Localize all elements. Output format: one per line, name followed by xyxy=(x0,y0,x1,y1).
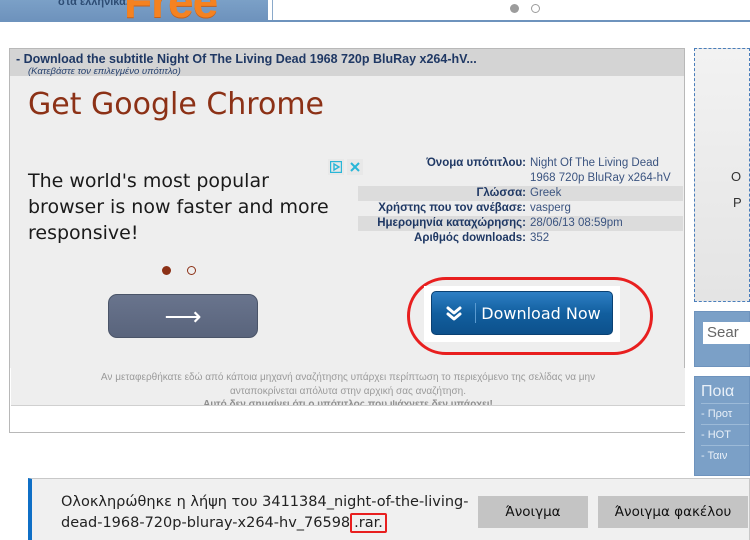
search-input[interactable]: Sear xyxy=(703,322,750,344)
detail-label: Αριθμός downloads: xyxy=(414,232,526,244)
panel-footer xyxy=(11,405,685,432)
detail-value: 352 xyxy=(530,232,550,244)
carousel-dot-active[interactable] xyxy=(510,4,519,13)
sidebar-search-box: Sear xyxy=(694,311,750,367)
site-logo-area[interactable]: στα ελληνικά... Free xyxy=(0,0,268,20)
download-button-label: Download Now xyxy=(481,303,601,323)
sidebar-ad-line-2: Ρ xyxy=(733,195,742,210)
list-item[interactable]: - Προτ xyxy=(701,403,749,424)
sidebar-popular-list: Ποια - Προτ - HOT - Ταιν xyxy=(694,376,750,476)
sidebar-ad-line-1: Ο xyxy=(731,169,742,184)
table-row: Όνομα υπότιτλου: Night Of The Living Dea… xyxy=(358,156,683,186)
sidebar-list-title: Ποια xyxy=(701,383,735,400)
double-chevron-down-icon xyxy=(432,303,476,323)
detail-label: Γλώσσα: xyxy=(476,187,526,199)
ad-carousel-dots[interactable] xyxy=(162,266,196,275)
header-divider xyxy=(0,20,750,22)
download-filename: Ολοκληρώθηκε η λήψη του 3411384_night-of… xyxy=(61,494,469,531)
ad-cta-button[interactable]: ⟶ xyxy=(108,294,258,338)
arrow-right-icon: ⟶ xyxy=(164,301,202,331)
detail-label: Ημερομηνία καταχώρησης: xyxy=(377,217,526,229)
open-folder-button[interactable]: Άνοιγμα φακέλου xyxy=(598,496,748,528)
ad-headline: Get Google Chrome xyxy=(28,87,325,122)
detail-value: Greek xyxy=(530,187,562,199)
sidebar-advertisement[interactable]: Ο Ρ xyxy=(694,48,750,302)
header-banner-area xyxy=(272,0,750,20)
advertisement[interactable]: Get Google Chrome The world's most popul… xyxy=(10,76,362,366)
page-title: - Download the subtitle Night Of The Liv… xyxy=(16,52,477,66)
detail-value: 28/06/13 08:59pm xyxy=(530,217,623,229)
table-row: Γλώσσα: Greek xyxy=(358,186,683,201)
panel-header: - Download the subtitle Night Of The Liv… xyxy=(10,49,684,77)
ad-body-text: The world's most popular browser is now … xyxy=(28,170,329,244)
file-extension-highlight: .rar. xyxy=(350,513,387,533)
download-complete-message: Ολοκληρώθηκε η λήψη του 3411384_night-of… xyxy=(61,492,476,534)
page-root: στα ελληνικά... Free - Download the subt… xyxy=(0,0,750,540)
site-header: στα ελληνικά... Free xyxy=(0,0,750,22)
table-row: Ημερομηνία καταχώρησης: 28/06/13 08:59pm xyxy=(358,216,683,231)
ad-dot-active[interactable] xyxy=(162,266,171,275)
detail-value: Night Of The Living Dead 1968 720p BluRa… xyxy=(530,157,671,184)
table-row: Χρήστης που τον ανέβασε: vasperg xyxy=(358,201,683,216)
download-panel: - Download the subtitle Night Of The Liv… xyxy=(9,48,685,433)
detail-label: Όνομα υπότιτλου: xyxy=(426,157,526,169)
list-item[interactable]: - HOT xyxy=(701,424,749,445)
detail-value: vasperg xyxy=(530,202,571,214)
disclaimer-line-2: ανταποκρίνεται απόλυτα στην αρχική σας α… xyxy=(230,385,466,397)
table-row: Αριθμός downloads: 352 xyxy=(358,231,683,246)
open-file-button[interactable]: Άνοιγμα xyxy=(478,496,588,528)
disclaimer-line-1: Αν μεταφερθήκατε εδώ από κάποια μηχανή α… xyxy=(100,372,596,383)
carousel-dot-inactive[interactable] xyxy=(531,4,540,13)
download-now-button[interactable]: Download Now xyxy=(431,291,613,335)
adchoices-icon[interactable] xyxy=(328,159,344,175)
notification-buttons: Άνοιγμα Άνοιγμα φακέλου xyxy=(478,496,750,528)
header-carousel-dots[interactable] xyxy=(510,4,540,13)
site-logo-text: Free xyxy=(124,0,218,20)
panel-body: Get Google Chrome The world's most popul… xyxy=(10,76,685,430)
list-item[interactable]: - Ταιν xyxy=(701,445,749,466)
detail-label: Χρήστης που τον ανέβασε: xyxy=(378,202,526,214)
right-sidebar: Ο Ρ Sear Ποια - Προτ - HOT - Ταιν xyxy=(694,48,750,476)
ad-dot-inactive[interactable] xyxy=(187,266,196,275)
subtitle-details-table: Όνομα υπότιτλου: Night Of The Living Dea… xyxy=(358,156,683,246)
